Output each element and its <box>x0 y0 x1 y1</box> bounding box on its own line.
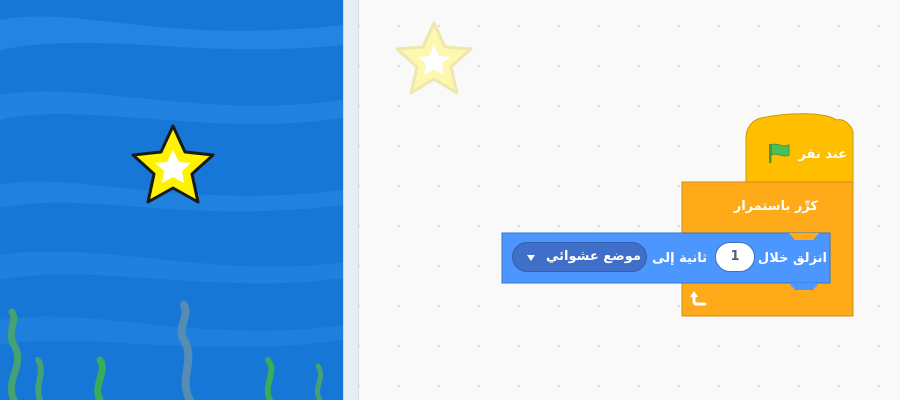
stage-panel[interactable] <box>0 0 343 400</box>
code-area[interactable]: عند نقر كرِّر باستمرار انزلق خلال 1 ثاني… <box>359 0 900 400</box>
seconds-input[interactable]: 1 <box>715 242 755 272</box>
target-option-label: موضع عشوائي <box>546 249 641 264</box>
stage-backdrop <box>0 0 343 400</box>
glide-label-start: انزلق خلال <box>757 251 827 266</box>
dropdown-caret-icon <box>527 255 535 261</box>
target-dropdown[interactable]: موضع عشوائي <box>512 242 647 272</box>
when-flag-clicked-label: عند نقر <box>798 147 847 162</box>
stage-divider[interactable] <box>343 0 359 400</box>
script-blocks[interactable] <box>359 0 900 400</box>
forever-label: كرِّر باستمرار <box>733 199 818 214</box>
glide-label-middle: ثانية إلى <box>652 251 707 266</box>
